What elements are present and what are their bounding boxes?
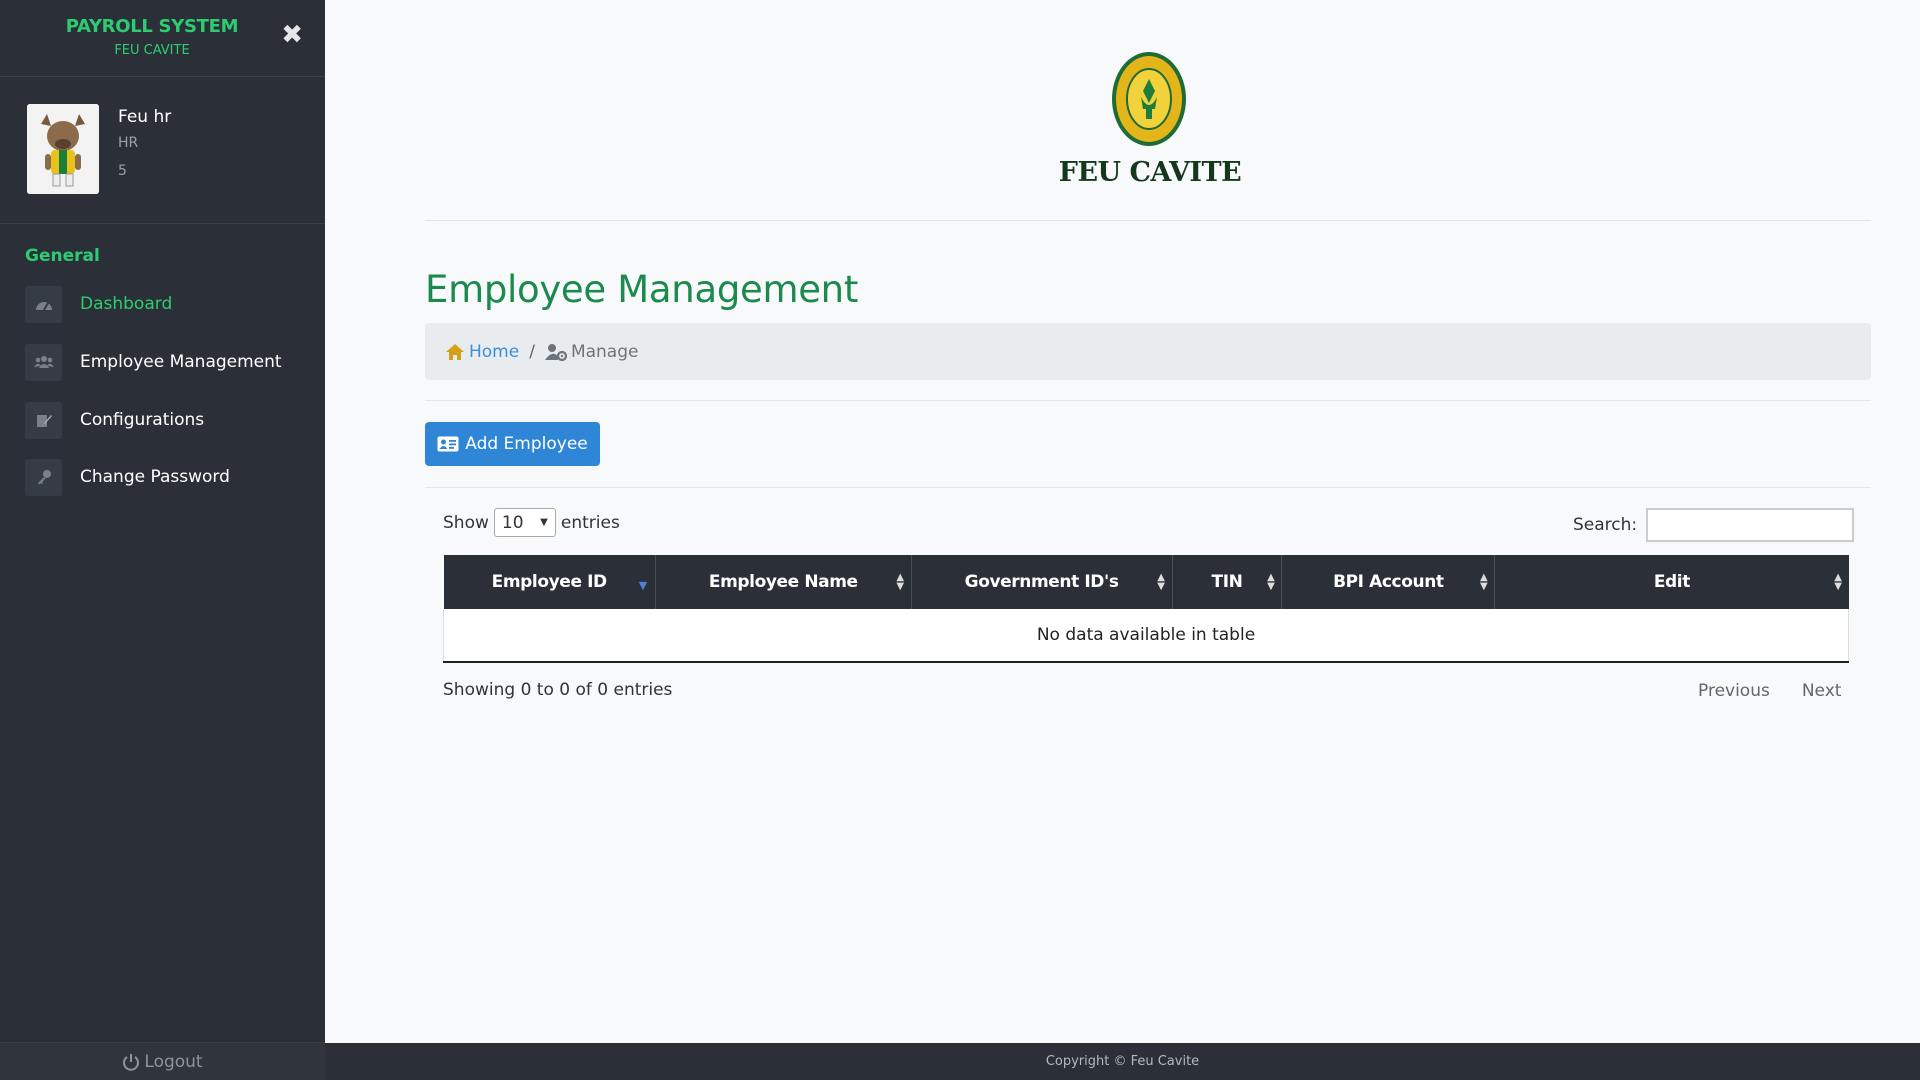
copyright-text: Copyright © Feu Cavite [1045,1054,1200,1069]
breadcrumb: Home / Manage [425,323,1871,380]
show-label: Show [443,512,489,533]
sort-icon: ▲ ▼ [1157,572,1165,592]
column-header-bpi-account[interactable]: BPI Account ▲ ▼ [1281,555,1496,609]
sidebar-item-label: Change Password [80,467,230,487]
users-icon [25,343,62,381]
add-employee-button[interactable]: Add Employee [425,422,600,466]
breadcrumb-separator: / [529,341,535,362]
sidebar-brand: PAYROLL SYSTEM FEU CAVITE ✖ [0,0,325,77]
brand-subtitle: FEU CAVITE [114,43,190,58]
user-cog-icon [544,343,567,361]
footer: Copyright © Feu Cavite [325,1043,1920,1080]
breadcrumb-current-label: Manage [570,341,639,362]
sidebar: PAYROLL SYSTEM FEU CAVITE ✖ Feu hr HR 5 … [0,0,325,1080]
empty-table-message: No data available in table [443,609,1849,663]
user-profile: Feu hr HR 5 [0,77,325,224]
column-header-employee-id[interactable]: Employee ID ▼ [443,555,656,609]
divider [425,400,1871,401]
search-label: Search: [1573,515,1638,535]
home-icon [446,343,464,360]
employee-table: Employee ID ▼ Employee Name ▲ ▼ Government … [443,555,1849,663]
pagination: Previous Next [1682,681,1857,701]
sidebar-item-configurations[interactable]: Configurations [25,400,305,440]
search-input[interactable] [1646,508,1855,542]
breadcrumb-home-label: Home [469,341,520,362]
logout-button[interactable]: Logout [0,1042,325,1080]
avatar [27,104,99,194]
sidebar-item-label: Configurations [80,410,205,430]
column-header-label: Employee Name [708,572,858,592]
page-title: Employee Management [425,268,859,311]
column-header-label: Government ID's [964,572,1119,592]
tachometer-icon [25,285,62,323]
entries-select-value: 10 [501,512,524,533]
id-card-icon [437,436,459,452]
nav-section-title: General [25,246,100,266]
sort-desc-icon: ▼ [638,579,647,592]
entries-length-control: Show 10 ▼ entries [443,508,620,537]
sort-icon: ▲ ▼ [1479,572,1488,592]
main-content: FEU CAVITE Employee Management Home / Ma… [325,0,1920,1043]
table-row: No data available in table [443,609,1849,663]
table-header-row: Employee ID ▼ Employee Name ▲ ▼ Government … [443,555,1849,609]
divider [425,220,1871,221]
key-icon [25,458,62,496]
column-header-edit[interactable]: Edit ▲ ▼ [1494,555,1849,609]
entries-label: entries [560,512,620,533]
table-info: Showing 0 to 0 of 0 entries [443,680,673,700]
logo-text: FEU CAVITE [1058,157,1242,188]
column-header-employee-name[interactable]: Employee Name ▲ ▼ [655,555,912,609]
column-header-tin[interactable]: TIN ▲ ▼ [1172,555,1283,609]
edit-icon [25,401,62,439]
add-employee-label: Add Employee [465,434,588,454]
breadcrumb-current: Manage [544,341,639,362]
breadcrumb-home-link[interactable]: Home [445,342,519,362]
sort-icon: ▲ ▼ [896,572,904,592]
profile-role: HR [118,135,139,151]
logout-label: Logout [144,1051,203,1072]
close-icon[interactable]: ✖ [281,22,303,48]
next-page-button[interactable]: Next [1786,681,1858,701]
profile-name: Feu hr [118,107,172,127]
sidebar-item-dashboard[interactable]: Dashboard [25,284,305,324]
power-icon [123,1053,140,1071]
entries-select[interactable]: 10 ▼ [493,508,556,537]
table-search: Search: [1573,508,1855,542]
column-header-label: Edit [1653,572,1691,592]
sidebar-item-label: Dashboard [80,294,173,314]
sidebar-item-employee-management[interactable]: Employee Management [25,342,305,382]
feu-cavite-seal-logo [1111,51,1187,147]
sidebar-item-label: Employee Management [80,352,282,372]
column-header-label: BPI Account [1333,572,1444,592]
column-header-label: Employee ID [491,572,608,592]
brand-title: PAYROLL SYSTEM [65,16,239,37]
sort-icon: ▲ ▼ [1267,572,1275,592]
profile-id: 5 [118,163,127,179]
column-header-government-ids[interactable]: Government ID's ▲ ▼ [911,555,1173,609]
caret-down-icon: ▼ [540,517,548,528]
sort-icon: ▲ ▼ [1834,572,1842,592]
sidebar-item-change-password[interactable]: Change Password [25,457,305,497]
previous-page-button[interactable]: Previous [1682,681,1786,701]
divider [425,487,1871,488]
column-header-label: TIN [1211,572,1243,592]
